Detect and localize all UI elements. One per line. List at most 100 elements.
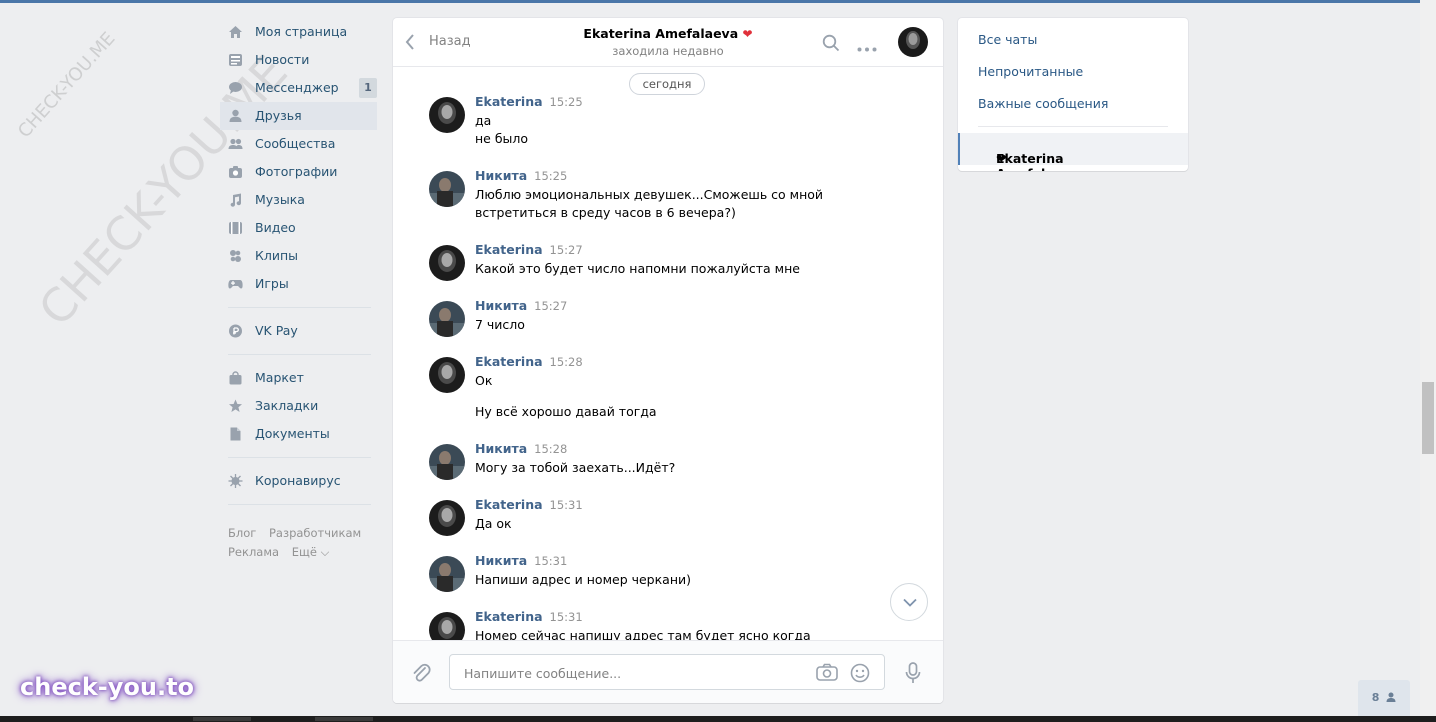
sidebar-item-bookmarks[interactable]: Закладки — [220, 392, 377, 420]
message-time[interactable]: 15:31 — [550, 498, 583, 512]
message-time[interactable]: 15:31 — [534, 554, 567, 568]
top-accent-line — [0, 0, 1420, 3]
taskbar-item[interactable] — [193, 717, 251, 721]
peer-avatar[interactable] — [898, 27, 928, 57]
message-time[interactable]: 15:28 — [550, 355, 583, 369]
message-author[interactable]: Ekaterina 15:31 — [475, 609, 583, 624]
message-time[interactable]: 15:27 — [534, 299, 567, 313]
author-avatar[interactable] — [429, 500, 465, 536]
emoji-icon[interactable] — [850, 663, 870, 686]
author-name[interactable]: Ekaterina — [475, 242, 543, 257]
heart-icon: ❤ — [996, 151, 1007, 166]
message-time[interactable]: 15:31 — [550, 610, 583, 624]
footer-link-ads[interactable]: Реклама — [228, 545, 279, 559]
sidebar-item-label: Документы — [255, 426, 330, 441]
friends-icon — [228, 109, 243, 123]
sidebar-item-label: Игры — [255, 276, 289, 291]
message-time[interactable]: 15:27 — [550, 243, 583, 257]
message-text: 7 число — [475, 316, 835, 334]
watermark-bottom: check-you.to — [20, 673, 195, 701]
sidebar-divider — [228, 504, 371, 505]
sidebar-item-messenger[interactable]: Мессенджер 1 — [220, 74, 377, 102]
author-name[interactable]: Никита — [475, 168, 527, 183]
author-avatar[interactable] — [429, 612, 465, 640]
message-author[interactable]: Никита 15:28 — [475, 441, 567, 456]
online-friends-button[interactable]: 8 — [1358, 680, 1410, 716]
message-input[interactable] — [462, 663, 806, 683]
message-input-box[interactable] — [449, 654, 885, 690]
sidebar-item-documents[interactable]: Документы — [220, 420, 377, 448]
chevron-down-icon — [903, 598, 917, 607]
sidebar-item-photos[interactable]: Фотографии — [220, 158, 377, 186]
gamepad-icon — [228, 277, 243, 291]
sidebar-item-label: Коронавирус — [255, 473, 341, 488]
sidebar-item-news[interactable]: Новости — [220, 46, 377, 74]
message-line: Ок — [475, 373, 493, 388]
communities-icon — [228, 137, 243, 151]
message-line: Люблю эмоциональных девушек...Сможешь со… — [475, 187, 824, 220]
author-name[interactable]: Ekaterina — [475, 609, 543, 624]
sidebar-item-label: Музыка — [255, 192, 305, 207]
sidebar-item-friends[interactable]: Друзья — [220, 102, 377, 130]
clips-icon — [228, 249, 243, 263]
sidebar-item-games[interactable]: Игры — [220, 270, 377, 298]
message-history[interactable]: Ekaterina 15:25 да не было Никита 15:25 Люблю … — [393, 66, 943, 640]
author-avatar[interactable] — [429, 444, 465, 480]
footer-link-developers[interactable]: Разработчикам — [269, 526, 361, 540]
message-author[interactable]: Никита 15:31 — [475, 553, 567, 568]
author-name[interactable]: Ekaterina — [475, 94, 543, 109]
message-time[interactable]: 15:28 — [534, 442, 567, 456]
sidebar-item-communities[interactable]: Сообщества — [220, 130, 377, 158]
sidebar-divider — [228, 354, 371, 355]
sidebar-item-vkpay[interactable]: VK Pay — [220, 317, 377, 345]
chat-filter-panel: Все чаты Непрочитанные Важные сообщения … — [958, 18, 1188, 171]
sidebar-item-market[interactable]: Маркет — [220, 364, 377, 392]
document-icon — [228, 427, 243, 441]
more-options-icon[interactable] — [857, 40, 877, 55]
scroll-down-button[interactable] — [890, 583, 928, 621]
back-button[interactable]: Назад — [405, 30, 471, 54]
peer-name[interactable]: Ekaterina Amefalaeva ❤ — [533, 26, 803, 41]
sidebar-item-coronavirus[interactable]: Коронавирус — [220, 467, 377, 495]
author-name[interactable]: Никита — [475, 441, 527, 456]
taskbar-item[interactable] — [315, 717, 373, 721]
author-name[interactable]: Ekaterina — [475, 354, 543, 369]
attach-icon[interactable] — [411, 663, 433, 688]
author-name[interactable]: Никита — [475, 553, 527, 568]
footer-link-blog[interactable]: Блог — [228, 526, 256, 540]
filter-unread[interactable]: Непрочитанные — [978, 64, 1083, 79]
message-time[interactable]: 15:25 — [550, 95, 583, 109]
author-avatar[interactable] — [429, 245, 465, 281]
message-author[interactable]: Никита 15:25 — [475, 168, 567, 183]
author-avatar[interactable] — [429, 301, 465, 337]
author-avatar[interactable] — [429, 357, 465, 393]
author-avatar[interactable] — [429, 171, 465, 207]
message-line: Какой это будет число напомни пожалуйста… — [475, 261, 800, 276]
sidebar-item-clips[interactable]: Клипы — [220, 242, 377, 270]
footer-link-more[interactable]: Ещё ⌵ — [292, 545, 330, 559]
filter-important[interactable]: Важные сообщения — [978, 96, 1108, 111]
filter-all-chats[interactable]: Все чаты — [978, 32, 1037, 47]
message-author[interactable]: Ekaterina 15:25 — [475, 94, 583, 109]
author-avatar[interactable] — [429, 556, 465, 592]
active-chat-item[interactable]: Ekaterina Amefalaeva ❤ — [958, 133, 1188, 171]
scrollbar-thumb[interactable] — [1422, 382, 1434, 454]
microphone-icon[interactable] — [905, 662, 921, 687]
sidebar-item-video[interactable]: Видео — [220, 214, 377, 242]
author-name[interactable]: Ekaterina — [475, 497, 543, 512]
author-name[interactable]: Никита — [475, 298, 527, 313]
sidebar-item-my-page[interactable]: Моя страница — [220, 18, 377, 46]
message-author[interactable]: Никита 15:27 — [475, 298, 567, 313]
camera-icon[interactable] — [816, 663, 838, 684]
message-line: Да ок — [475, 516, 512, 531]
message-author[interactable]: Ekaterina 15:28 — [475, 354, 583, 369]
search-icon[interactable] — [822, 34, 840, 55]
message-time[interactable]: 15:25 — [534, 169, 567, 183]
sidebar-item-label: Мессенджер — [255, 80, 339, 95]
sidebar-item-music[interactable]: Музыка — [220, 186, 377, 214]
message-author[interactable]: Ekaterina 15:31 — [475, 497, 583, 512]
page-scrollbar[interactable] — [1420, 0, 1436, 716]
message-line: Могу за тобой заехать...Идёт? — [475, 460, 676, 475]
message-author[interactable]: Ekaterina 15:27 — [475, 242, 583, 257]
author-avatar[interactable] — [429, 97, 465, 133]
